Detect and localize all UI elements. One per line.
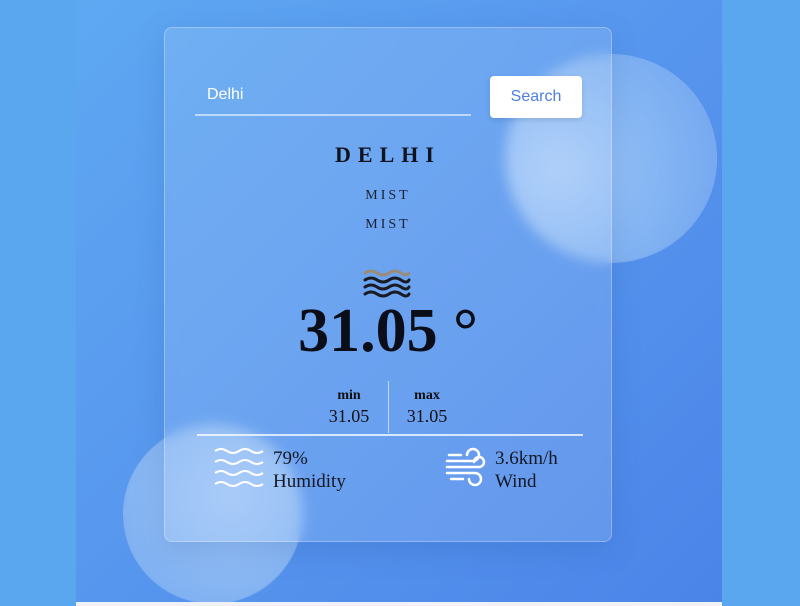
wind-icon bbox=[445, 447, 486, 487]
wind-value: 3.6km/h bbox=[495, 448, 558, 469]
humidity-value: 79% bbox=[273, 448, 308, 469]
page-bottom-edge bbox=[76, 602, 722, 606]
mist-icon bbox=[363, 269, 411, 298]
min-temperature: min 31.05 bbox=[309, 388, 389, 427]
temperature-value: 31.05 ° bbox=[298, 297, 478, 365]
humidity-label: Humidity bbox=[273, 471, 346, 492]
humidity-info: 79% Humidity bbox=[273, 447, 346, 493]
search-input[interactable] bbox=[195, 76, 471, 116]
min-label: min bbox=[337, 388, 361, 403]
weather-card: Search DELHI MIST MIST 31.05 ° min 31.05… bbox=[164, 27, 612, 542]
weather-condition-description: MIST bbox=[365, 217, 411, 232]
search-button[interactable]: Search bbox=[490, 76, 582, 118]
wind-info: 3.6km/h Wind bbox=[495, 447, 558, 493]
wind-label: Wind bbox=[495, 471, 537, 492]
max-value: 31.05 bbox=[406, 406, 448, 426]
divider bbox=[197, 434, 583, 436]
weather-condition-main: MIST bbox=[365, 188, 411, 203]
max-temperature: max 31.05 bbox=[387, 388, 467, 427]
humidity-waves-icon bbox=[214, 448, 264, 487]
city-name: DELHI bbox=[335, 142, 441, 167]
max-label: max bbox=[414, 388, 440, 403]
background: Search DELHI MIST MIST 31.05 ° min 31.05… bbox=[76, 0, 722, 606]
min-value: 31.05 bbox=[328, 406, 370, 426]
